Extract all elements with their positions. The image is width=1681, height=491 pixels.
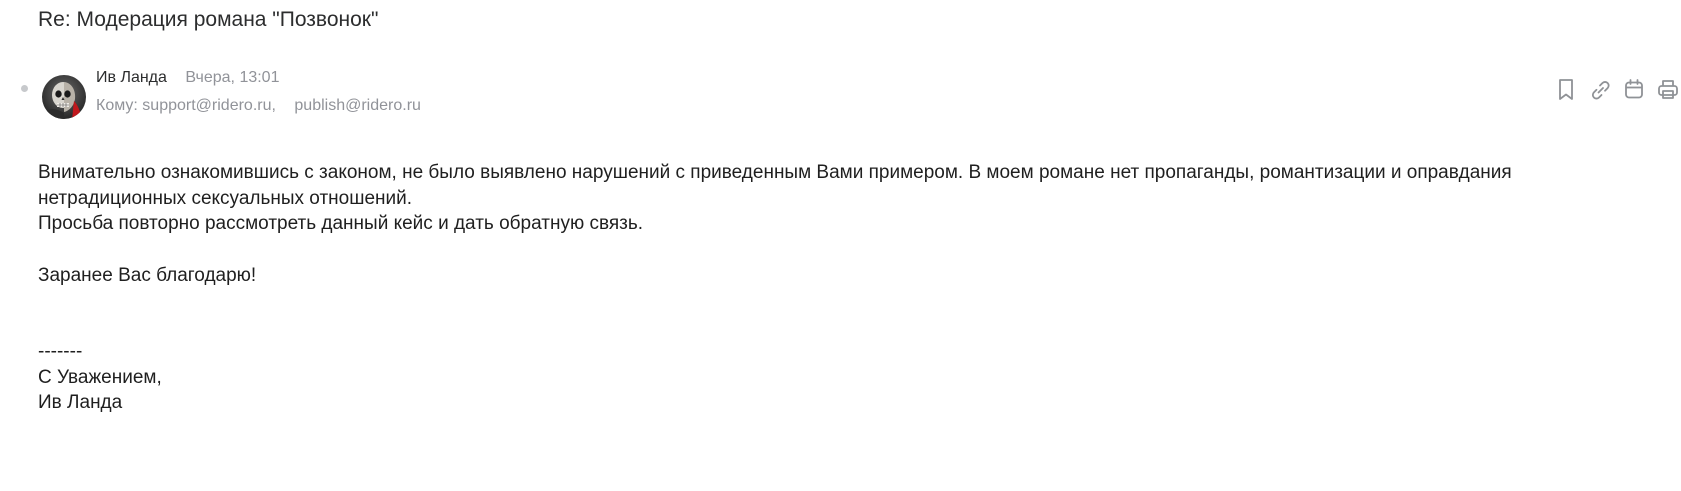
calendar-icon[interactable] xyxy=(1621,76,1647,104)
message-toolbar xyxy=(1553,76,1681,104)
body-thanks: Заранее Вас благодарю! xyxy=(38,264,257,286)
sender-line: Ив Ланда Вчера, 13:01 xyxy=(96,69,279,87)
signature-separator: ------- xyxy=(38,341,83,362)
recipient-email[interactable]: publish@ridero.ru xyxy=(294,97,421,114)
body-paragraph: Внимательно ознакомившись с законом, не … xyxy=(38,162,1512,209)
sender-avatar[interactable] xyxy=(42,75,86,119)
body-paragraph: Просьба повторно рассмотреть данный кейс… xyxy=(38,213,644,234)
recipients-line: Кому: support@ridero.ru, publish@ridero.… xyxy=(96,97,421,115)
link-icon[interactable] xyxy=(1587,76,1613,104)
sent-date: Вчера, 13:01 xyxy=(185,69,280,86)
message-subject: Re: Модерация романа "Позвонок" xyxy=(38,8,379,31)
bookmark-icon[interactable] xyxy=(1553,76,1579,104)
message-body: Внимательно ознакомившись с законом, не … xyxy=(38,160,1628,416)
read-status-dot[interactable] xyxy=(21,85,28,92)
recipient-email[interactable]: support@ridero.ru, xyxy=(142,97,276,114)
print-icon[interactable] xyxy=(1655,76,1681,104)
sender-name[interactable]: Ив Ланда xyxy=(96,69,167,86)
signature-closing: С Уважением, xyxy=(38,366,162,388)
recipients-label: Кому: xyxy=(96,97,138,114)
signature-name: Ив Ланда xyxy=(38,392,123,413)
